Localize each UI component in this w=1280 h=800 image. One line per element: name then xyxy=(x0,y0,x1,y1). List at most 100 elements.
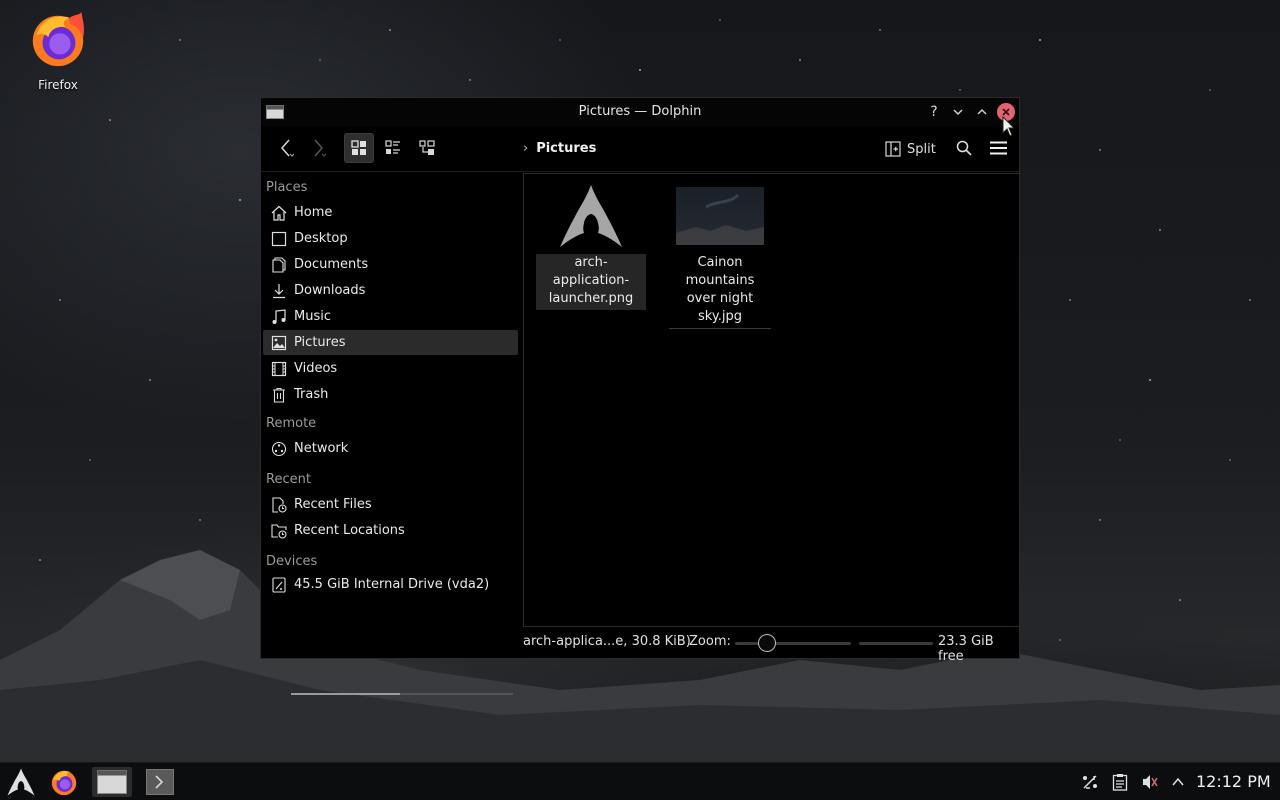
sidebar-item-label: Pictures xyxy=(294,335,346,350)
free-space-label: 23.3 GiB free xyxy=(938,634,994,664)
minimize-button[interactable] xyxy=(949,103,967,121)
sidebar-item-downloads[interactable]: Downloads xyxy=(263,278,518,303)
sidebar-item-label: Recent Files xyxy=(294,497,372,512)
status-bar: arch-applica...e, 30.8 KiB) Zoom: 23.3 G… xyxy=(523,631,1020,664)
sidebar-item-music[interactable]: Music xyxy=(263,304,518,329)
search-button[interactable] xyxy=(949,133,979,163)
file-item[interactable]: Cainon mountains over night sky.jpg xyxy=(665,184,775,329)
sidebar-item-label: Music xyxy=(294,309,331,324)
sidebar-item-label: Recent Locations xyxy=(294,523,405,538)
tray-clipboard[interactable] xyxy=(1110,772,1130,792)
videos-icon xyxy=(271,361,287,376)
icons-view-button[interactable] xyxy=(344,133,374,163)
split-button[interactable]: Split xyxy=(885,137,936,161)
clock[interactable]: 12:12 PM xyxy=(1196,772,1271,791)
zoom-slider-handle[interactable] xyxy=(758,634,777,652)
tray-expand[interactable] xyxy=(1168,772,1188,792)
maximize-button[interactable] xyxy=(973,103,991,121)
recent-locations-icon xyxy=(271,523,287,539)
taskbar-firefox[interactable] xyxy=(46,767,82,797)
firefox-icon xyxy=(51,770,77,796)
file-item[interactable]: arch-application- launcher.png xyxy=(536,184,646,310)
tray-network[interactable] xyxy=(1080,772,1100,792)
documents-icon xyxy=(272,256,286,273)
sidebar-item-label: Videos xyxy=(294,361,338,376)
desktop-icon xyxy=(271,231,287,246)
application-launcher[interactable] xyxy=(4,767,38,797)
desktop-firefox[interactable]: Firefox xyxy=(22,8,94,92)
icons-view-icon xyxy=(351,140,366,155)
tray-volume[interactable] xyxy=(1140,772,1160,792)
drive-usage-bar xyxy=(291,693,513,695)
window-title: Pictures — Dolphin xyxy=(578,104,702,119)
network-icon xyxy=(1083,775,1097,789)
taskbar-dolphin[interactable] xyxy=(92,767,132,797)
sidebar-item-label: Trash xyxy=(294,387,329,402)
mouse-cursor xyxy=(1002,116,1016,137)
arrow-right-icon xyxy=(314,139,326,157)
chevron-right-icon: › xyxy=(523,141,529,156)
file-name-line1: Cainon mountains xyxy=(685,255,755,288)
arch-logo-icon xyxy=(560,185,622,247)
sidebar-item-label: Home xyxy=(294,205,333,220)
sidebar-item-desktop[interactable]: Desktop xyxy=(263,226,518,251)
pictures-icon xyxy=(271,335,287,350)
search-icon xyxy=(956,140,972,156)
drive-icon xyxy=(272,576,286,593)
sidebar-item-recent-locations[interactable]: Recent Locations xyxy=(263,518,518,543)
details-view-button[interactable] xyxy=(412,133,442,163)
file-thumbnail xyxy=(536,184,646,248)
sidebar-item-label: Desktop xyxy=(294,231,348,246)
toolbar: › Pictures Split xyxy=(261,126,1019,172)
terminal-icon xyxy=(146,769,174,795)
titlebar[interactable]: Pictures — Dolphin ? xyxy=(261,98,1019,126)
file-name-line2: over night sky.jpg xyxy=(686,291,754,324)
breadcrumb[interactable]: › Pictures xyxy=(523,141,596,156)
image-thumbnail xyxy=(676,187,764,245)
chevron-up-icon xyxy=(977,109,987,115)
back-button[interactable] xyxy=(271,133,301,163)
zoom-label: Zoom: xyxy=(689,634,731,649)
taskbar: 12:12 PM xyxy=(0,762,1280,800)
section-places: Places xyxy=(266,180,308,195)
folder-app-icon xyxy=(97,770,127,794)
sidebar-item-internal-drive[interactable]: 45.5 GiB Internal Drive (vda2) xyxy=(263,572,518,597)
zoom-slider[interactable] xyxy=(735,642,851,645)
sidebar-item-documents[interactable]: Documents xyxy=(263,252,518,277)
sidebar-item-label: Downloads xyxy=(294,283,366,298)
file-view[interactable]: arch-application- launcher.png Cainon mo… xyxy=(523,173,1020,627)
volume-muted-icon xyxy=(1143,775,1158,789)
breadcrumb-pictures[interactable]: Pictures xyxy=(536,141,596,156)
sidebar-item-recent-files[interactable]: Recent Files xyxy=(263,492,518,517)
file-underline xyxy=(669,328,771,329)
hamburger-icon xyxy=(989,141,1007,155)
section-recent: Recent xyxy=(266,472,311,487)
sidebar-item-videos[interactable]: Videos xyxy=(263,356,518,381)
arrow-left-icon xyxy=(281,139,294,157)
file-name-line1: arch-application- xyxy=(552,255,630,288)
sidebar-item-label: Documents xyxy=(294,257,369,272)
free-space-bar xyxy=(859,642,933,645)
sidebar-item-pictures[interactable]: Pictures xyxy=(263,330,518,355)
trash-icon xyxy=(273,387,285,403)
clipboard-icon xyxy=(1112,774,1128,791)
file-name: Cainon mountains over night sky.jpg xyxy=(665,254,775,328)
sidebar-item-label: 45.5 GiB Internal Drive (vda2) xyxy=(294,577,490,592)
sidebar-item-trash[interactable]: Trash xyxy=(263,382,518,407)
section-devices: Devices xyxy=(266,554,318,569)
file-name: arch-application- launcher.png xyxy=(536,254,646,310)
chevron-up-icon xyxy=(1172,777,1184,786)
home-icon xyxy=(271,205,287,221)
help-button[interactable]: ? xyxy=(925,103,943,121)
details-view-icon xyxy=(419,140,435,155)
sidebar-item-home[interactable]: Home xyxy=(263,200,518,225)
forward-button[interactable] xyxy=(303,133,333,163)
desktop-icon-label: Firefox xyxy=(38,78,78,92)
music-icon xyxy=(272,308,286,324)
compact-view-button[interactable] xyxy=(378,133,408,163)
taskbar-terminal[interactable] xyxy=(144,767,176,797)
file-thumbnail xyxy=(665,184,775,248)
dolphin-window: Pictures — Dolphin ? › Pictures Split Pl… xyxy=(260,97,1020,695)
sidebar-item-network[interactable]: Network xyxy=(263,436,518,461)
split-icon xyxy=(885,141,901,157)
